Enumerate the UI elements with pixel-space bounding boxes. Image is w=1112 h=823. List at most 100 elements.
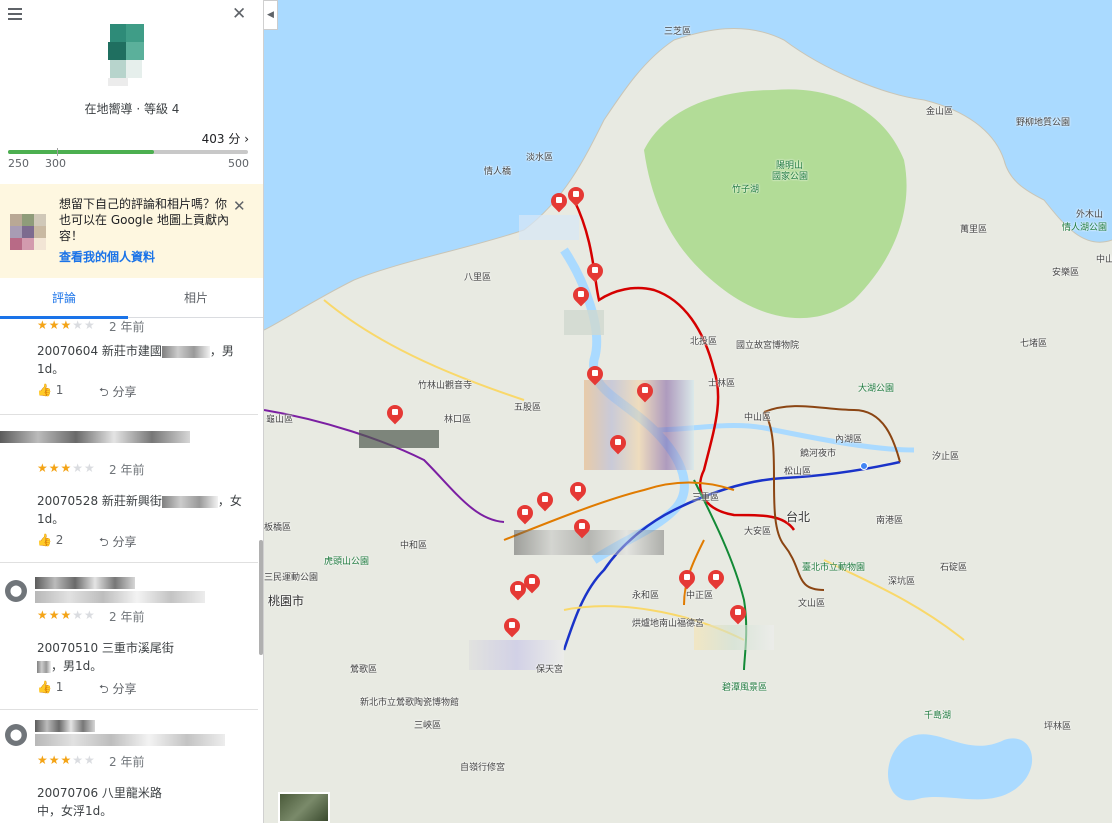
reviewer-name-redacted <box>35 577 135 589</box>
map-label: 三民運動公園 <box>264 573 319 583</box>
like-count: 2 <box>55 533 64 547</box>
review-item: ⬤ ★★★★★ 2 年前 20070706 八里龍米路 中，女浮1d。 <box>0 710 258 823</box>
map-label: 野柳地質公園 <box>1016 118 1071 128</box>
review-text-part: ，男1d。 <box>51 659 103 673</box>
review-marker-pin[interactable] <box>573 287 589 309</box>
review-marker-pin[interactable] <box>504 618 520 640</box>
review-marker-pin[interactable] <box>587 366 603 388</box>
review-marker-pin[interactable] <box>574 519 590 541</box>
map-label: 永和區 <box>632 591 660 601</box>
scale-max: 500 <box>228 157 249 170</box>
reviewer-address-redacted <box>35 734 225 746</box>
review-text: 20070528 新莊新興街 ，女 1d。 <box>37 492 247 528</box>
tab-photos[interactable]: 相片 <box>132 278 260 318</box>
redacted-text <box>37 660 51 673</box>
map-label: 汐止區 <box>932 452 960 462</box>
review-time: 2 年前 <box>109 463 145 477</box>
review-scrollbar[interactable] <box>259 540 263 655</box>
like-button[interactable]: 👍 1 <box>37 383 63 397</box>
review-marker-pin[interactable] <box>610 435 626 457</box>
location-dot-icon <box>860 462 868 470</box>
map-label: 士林區 <box>708 379 736 389</box>
like-button[interactable]: 👍 2 <box>37 533 63 547</box>
share-label: 分享 <box>112 535 137 549</box>
map-label: 石碇區 <box>940 563 968 573</box>
map-label: 八里區 <box>464 273 492 283</box>
map-label: 保天宮 <box>536 665 564 675</box>
share-label: 分享 <box>112 385 137 399</box>
review-marker-pin[interactable] <box>551 193 567 215</box>
reviewer-name-redacted <box>35 720 95 732</box>
review-marker-pin[interactable] <box>517 505 533 527</box>
review-text-part: 1d。 <box>37 362 65 376</box>
map-label: 中山區 <box>744 413 772 423</box>
review-text-part: 20070510 三重市溪尾街 <box>37 641 174 655</box>
review-marker-pin[interactable] <box>730 605 746 627</box>
map-label: 板橋區 <box>264 523 292 533</box>
review-text-part: 20070604 新莊市建國 <box>37 344 162 358</box>
side-panel: ✕ 在地嚮導 · 等級 4 403 分 › 250 300 500 想留下自己的… <box>0 0 264 823</box>
map-label: 坪林區 <box>1044 722 1072 732</box>
tab-reviews[interactable]: 評論 <box>0 278 128 319</box>
satellite-layer-toggle[interactable] <box>278 792 330 823</box>
close-icon[interactable]: ✕ <box>232 6 246 23</box>
share-button[interactable]: ⮌ 分享 <box>99 533 136 554</box>
map-label: 五股區 <box>514 403 542 413</box>
map-label: 內湖區 <box>835 435 863 445</box>
map-label: 自嶺行修宮 <box>460 763 506 773</box>
map-label: 國立故宮博物院 <box>736 341 800 351</box>
collapse-panel-button[interactable]: ◀ <box>264 0 278 30</box>
points-progress-fill <box>8 150 155 154</box>
view-profile-link[interactable]: 查看我的個人資料 <box>59 248 155 265</box>
review-item: ⬤ ★★★★★ 2 年前 20070510 三重市溪尾街 ，男1d。 👍 1 ⮌ … <box>0 563 258 710</box>
reviewer-address-redacted <box>35 591 205 603</box>
review-text: 20070604 新莊市建國 ，男 1d。 <box>37 342 247 378</box>
points-progress-bar <box>8 150 248 154</box>
review-marker-pin[interactable] <box>587 263 603 285</box>
review-text: 20070706 八里龍米路 中，女浮1d。 <box>37 784 247 820</box>
review-time: 2 年前 <box>109 320 145 334</box>
review-text: 20070510 三重市溪尾街 ，男1d。 <box>37 639 247 675</box>
review-marker-pin[interactable] <box>537 492 553 514</box>
map-label: 三芝區 <box>664 27 692 37</box>
map-label: 中山 <box>1096 255 1112 265</box>
map-label: 安樂區 <box>1052 268 1080 278</box>
place-pin-icon: ⬤ <box>5 580 27 602</box>
promo-close-icon[interactable]: ✕ <box>233 197 246 215</box>
review-marker-pin[interactable] <box>524 574 540 596</box>
map-label: 深坑區 <box>888 577 916 587</box>
scale-mid: 300 <box>45 157 66 170</box>
contribute-promo: 想留下自己的評論和相片嗎？你也可以在 Google 地圖上貢獻內容！ 查看我的個… <box>0 184 263 278</box>
share-button[interactable]: ⮌ 分享 <box>99 680 136 701</box>
menu-icon[interactable] <box>8 8 22 20</box>
review-text-part: 中，女浮1d。 <box>37 804 113 818</box>
avatar <box>104 22 148 86</box>
map-label: 國家公園 <box>772 172 809 182</box>
promo-text: 想留下自己的評論和相片嗎？你也可以在 Google 地圖上貢獻內容！ <box>59 197 229 243</box>
promo-thumbnail <box>10 214 46 250</box>
map-label: 中正區 <box>686 591 714 601</box>
map-canvas[interactable]: 三芝區 金山區 野柳地質公園 陽明山 國家公園 竹子湖 萬里區 外木山 情人湖公… <box>264 0 1112 823</box>
star-rating: ★★★★★ <box>37 318 96 332</box>
map-label: 松山區 <box>784 467 812 477</box>
map-label: 桃園市 <box>268 594 305 608</box>
guide-level: 在地嚮導 · 等級 4 <box>84 102 180 116</box>
map-label: 情人湖公園 <box>1062 223 1108 233</box>
map-label: 新北市立鶯歌陶瓷博物館 <box>360 698 460 708</box>
map-label: 鶯歌區 <box>350 665 378 675</box>
review-marker-pin[interactable] <box>570 482 586 504</box>
like-button[interactable]: 👍 1 <box>37 680 63 694</box>
review-marker-pin[interactable] <box>387 405 403 427</box>
share-button[interactable]: ⮌ 分享 <box>99 383 136 404</box>
review-list: ★★★★★ 2 年前 20070604 新莊市建國 ，男 1d。 👍 1 ⮌ 分享 … <box>0 318 258 823</box>
redacted-text <box>161 495 218 508</box>
map-label: 龜山區 <box>266 415 294 425</box>
review-item: ★★★★★ 2 年前 20070528 新莊新興街 ，女 1d。 👍 2 ⮌ 分享 <box>0 415 258 563</box>
map-label: 大湖公園 <box>858 384 895 394</box>
review-marker-pin[interactable] <box>568 187 584 209</box>
points-link[interactable]: 403 分 › <box>202 130 249 147</box>
review-marker-pin[interactable] <box>637 383 653 405</box>
map-label: 南港區 <box>876 516 904 526</box>
like-count: 1 <box>55 680 64 694</box>
map-label: 萬里區 <box>960 225 988 235</box>
